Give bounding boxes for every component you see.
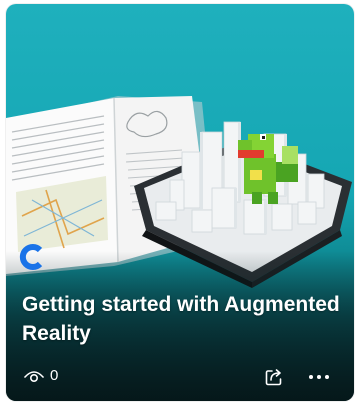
views-counter: 0	[24, 367, 58, 384]
card-footer: 0	[6, 355, 354, 401]
course-card[interactable]: Getting started with Augmented Reality 0	[6, 4, 354, 401]
card-title: Getting started with Augmented Reality	[22, 293, 340, 345]
eye-icon	[24, 370, 44, 382]
c-logo-icon	[19, 244, 43, 270]
more-options-icon	[309, 375, 329, 379]
views-count: 0	[50, 367, 59, 384]
share-icon	[265, 369, 282, 386]
share-button[interactable]	[262, 365, 286, 389]
more-options-button[interactable]	[306, 365, 332, 389]
